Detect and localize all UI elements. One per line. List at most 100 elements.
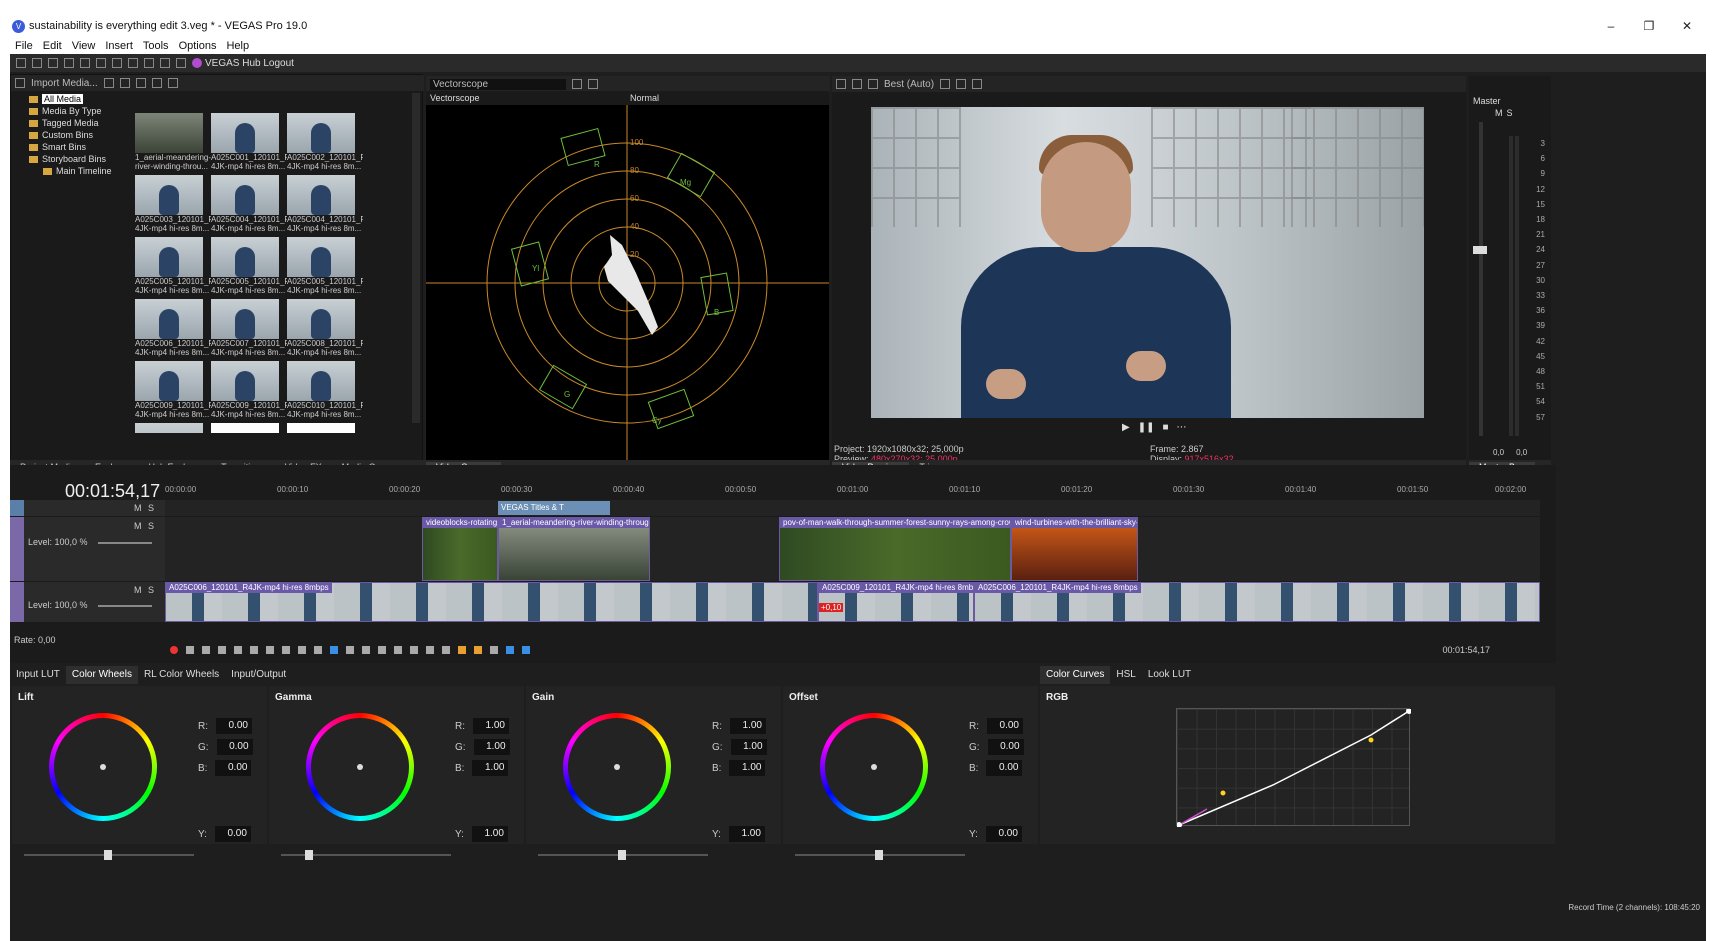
bin-media-by-type[interactable]: Media By Type (11, 105, 129, 117)
copy-icon[interactable] (112, 58, 122, 68)
render-icon[interactable] (64, 58, 74, 68)
media-thumb[interactable]: A025C002_120101_R 4JK-mp4 hi-res 8m... (287, 113, 363, 173)
video-clip[interactable]: videoblocks-rotating- (422, 517, 498, 581)
delete-icon[interactable] (394, 646, 402, 654)
media-thumb[interactable] (211, 423, 287, 433)
menu-file[interactable]: File (10, 40, 38, 52)
gain-b-field[interactable]: 1.00 (729, 760, 766, 776)
lift-color-wheel[interactable] (49, 713, 157, 821)
close-button[interactable]: ✕ (1668, 14, 1706, 38)
media-thumb[interactable]: A025C010_120101_R 4JK-mp4 hi-res 8m... (287, 361, 363, 421)
prev-frame-icon[interactable] (298, 646, 306, 654)
video-clip[interactable]: A025C009_120101_R4JK-mp4 hi-res 8mbps +0,… (818, 582, 974, 622)
scope-refresh-icon[interactable] (588, 79, 598, 89)
track-mute-button[interactable]: M (134, 521, 142, 531)
preview-quality-dropdown[interactable]: Best (Auto) (884, 79, 934, 90)
media-scrollbar[interactable] (412, 93, 420, 423)
external-monitor-icon[interactable] (852, 79, 862, 89)
media-thumb[interactable]: A025C005_120101_R 4JK-mp4 hi-res 8m... (287, 237, 363, 297)
media-thumb[interactable]: A025C005_120101_R 4JK-mp4 hi-res 8m... (211, 237, 287, 297)
offset-r-field[interactable]: 0.00 (987, 718, 1023, 734)
media-thumb[interactable]: A025C004_120101_R 4JK-mp4 hi-res 8m... (287, 175, 363, 235)
media-thumb[interactable] (287, 423, 363, 433)
search-icon[interactable] (167, 78, 178, 88)
record-icon[interactable] (170, 646, 178, 654)
gamma-y-field[interactable]: 1.00 (471, 826, 508, 842)
menu-help[interactable]: Help (221, 40, 254, 52)
bin-smart-bins[interactable]: Smart Bins (11, 141, 129, 153)
fx-icon[interactable] (868, 79, 878, 89)
track-mute-button[interactable]: M (134, 585, 142, 595)
track-header-1[interactable]: M S (10, 500, 165, 516)
next-frame-icon[interactable] (314, 646, 322, 654)
media-fx-icon[interactable] (119, 78, 130, 88)
scope-mode-dropdown[interactable]: Normal (630, 93, 659, 103)
redo-icon[interactable] (176, 58, 186, 68)
trim-icon[interactable] (410, 646, 418, 654)
lift-y-field[interactable]: 0.00 (214, 826, 251, 842)
master-solo-button[interactable]: S (1507, 108, 1513, 118)
gain-r-field[interactable]: 1.00 (730, 718, 766, 734)
track-level-slider[interactable] (98, 542, 152, 544)
media-thumb[interactable]: A025C008_120101_R 4JK-mp4 hi-res 8m... (287, 299, 363, 359)
media-thumb[interactable]: A025C009_120101_R 4JK-mp4 hi-res 8m... (135, 361, 211, 421)
media-thumb[interactable]: 1_aerial-meandering-river-winding-throu.… (135, 113, 211, 173)
more-icon[interactable]: ⋯ (1177, 422, 1187, 433)
envelope-tool-icon[interactable] (346, 646, 354, 654)
bin-tagged-media[interactable]: Tagged Media (11, 117, 129, 129)
media-thumb[interactable]: A025C004_120101_R 4JK-mp4 hi-res 8m... (211, 175, 287, 235)
gain-y-slider[interactable] (538, 850, 708, 860)
menu-view[interactable]: View (67, 40, 101, 52)
video-clip[interactable]: wind-turbines-with-the-brilliant-sky- (1011, 517, 1138, 581)
stop-icon[interactable] (250, 646, 258, 654)
go-to-start-icon[interactable] (266, 646, 274, 654)
overlays-icon[interactable] (940, 79, 951, 89)
media-thumb[interactable]: A025C009_120101_R 4JK-mp4 hi-res 8m... (211, 361, 287, 421)
play-from-start-icon[interactable] (202, 646, 210, 654)
video-clip[interactable]: A025C006_120101_R4JK-mp4 hi-res 8mbps (165, 582, 818, 622)
video-clip[interactable]: 1_aerial-meandering-river-winding-throug (498, 517, 650, 581)
video-clip[interactable]: pov-of-man-walk-through-summer-forest-su… (779, 517, 1011, 581)
track-level-slider[interactable] (98, 605, 152, 607)
lock-icon[interactable] (442, 646, 450, 654)
preview-settings-icon[interactable] (836, 79, 846, 89)
bin-storyboard-bins[interactable]: Storyboard Bins (11, 153, 129, 165)
gamma-r-field[interactable]: 1.00 (473, 718, 509, 734)
bin-all-media[interactable]: All Media (11, 93, 129, 105)
gain-color-wheel[interactable] (563, 713, 671, 821)
save-icon[interactable] (48, 58, 58, 68)
tab-rl-color-wheels[interactable]: RL Color Wheels (138, 666, 225, 684)
video-clip[interactable]: A025C006_120101_R4JK-mp4 hi-res 8mbps (974, 582, 1540, 622)
open-icon[interactable] (32, 58, 42, 68)
menu-tools[interactable]: Tools (138, 40, 174, 52)
lift-y-slider[interactable] (24, 850, 194, 860)
slider-handle[interactable] (305, 850, 313, 860)
capture-icon[interactable] (103, 78, 114, 88)
master-mute-button[interactable]: M (1495, 108, 1503, 118)
play-icon[interactable] (218, 646, 226, 654)
delete-icon[interactable] (144, 58, 154, 68)
media-thumb[interactable]: A025C005_120101_R 4JK-mp4 hi-res 8m... (135, 237, 211, 297)
gamma-y-slider[interactable] (281, 850, 451, 860)
track-2[interactable]: videoblocks-rotating- 1_aerial-meanderin… (165, 517, 1540, 581)
loop-icon[interactable] (186, 646, 194, 654)
import-media-button[interactable]: Import Media... (31, 78, 98, 89)
undo-icon[interactable] (160, 58, 170, 68)
offset-b-field[interactable]: 0.00 (986, 760, 1023, 776)
media-thumb[interactable] (135, 423, 211, 433)
save-snapshot-icon[interactable] (972, 79, 983, 89)
track-solo-button[interactable]: S (148, 503, 154, 513)
go-to-end-icon[interactable] (282, 646, 290, 654)
offset-g-field[interactable]: 0.00 (987, 739, 1024, 755)
stop-icon[interactable]: ■ (1162, 422, 1168, 433)
media-thumb[interactable]: A025C003_120101_R 4JK-mp4 hi-res 8m... (135, 175, 211, 235)
track-header-3[interactable]: M S Level: 100,0 % (10, 582, 165, 622)
minimize-button[interactable]: – (1592, 14, 1630, 38)
slider-handle[interactable] (875, 850, 883, 860)
tab-input-lut[interactable]: Input LUT (10, 666, 66, 684)
media-thumb[interactable]: A025C001_120101_R 4JK-mp4 hi-res 8m... (211, 113, 287, 173)
play-icon[interactable] (135, 78, 146, 88)
pause-icon[interactable]: ❚❚ (1138, 422, 1155, 433)
master-fader-handle[interactable] (1473, 246, 1487, 254)
play-icon[interactable]: ▶ (1122, 422, 1130, 433)
